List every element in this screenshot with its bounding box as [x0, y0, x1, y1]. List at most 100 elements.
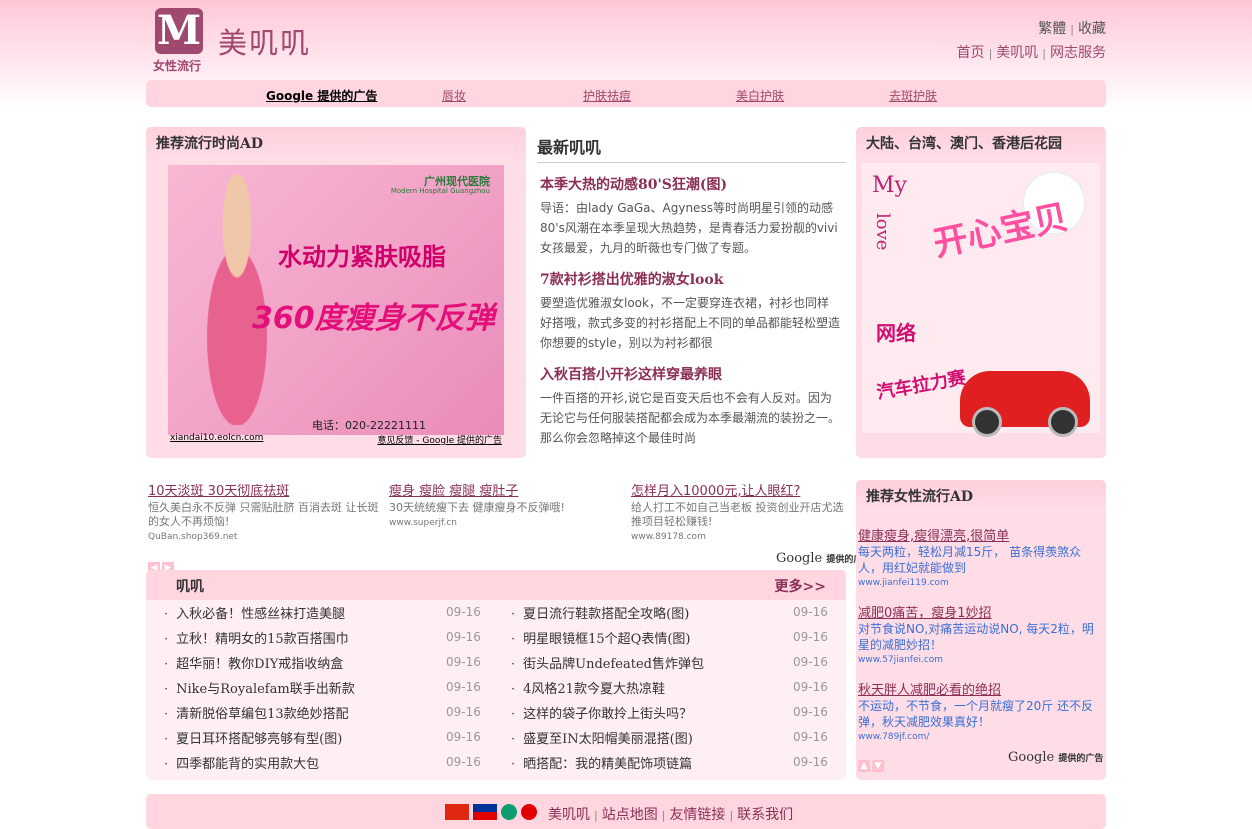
hospital-ad-banner[interactable]: 广州现代医院 Modern Hospital Guangzhou 水动力紧肤吸脂… [168, 165, 504, 435]
list-item[interactable]: · 盛夏至IN太阳帽美丽混搭(图) [511, 728, 693, 747]
text-ad-title[interactable]: 瘦身 瘦脸 瘦腿 瘦肚子 [389, 480, 629, 499]
more-link[interactable]: 更多>> [775, 576, 826, 596]
list-item[interactable]: · 晒搭配：我的精美配饰项链篇 [511, 753, 692, 772]
list-date: 09-16 [446, 655, 481, 669]
ad-link-spots[interactable]: 去斑护肤 [889, 87, 937, 104]
footer-link-home[interactable]: 美叽叽 [548, 807, 590, 823]
region-flags [445, 801, 541, 820]
rec-ad-title[interactable]: 秋天胖人减肥必看的绝招 [858, 679, 1103, 698]
footer-link-friends[interactable]: 友情链接 [669, 807, 725, 823]
news-headline[interactable]: 本季大热的动感80'S狂潮(图) [540, 174, 840, 194]
ad-feedback-link[interactable]: 意见反馈 - Google 提供的广告 [377, 433, 502, 446]
list-title: 叽叽 [176, 579, 204, 595]
banner-network: 网络 [876, 321, 916, 345]
list-date: 09-16 [446, 630, 481, 644]
rec-ad-url[interactable]: www.57jianfei.com [858, 655, 1103, 665]
banner-rally: 汽车拉力赛 [875, 367, 968, 404]
divider [537, 162, 846, 163]
text-ad-title[interactable]: 怎样月入10000元,让人眼红? [631, 480, 846, 499]
news-summary: 导语：由lady GaGa、Agyness等时尚明星引领的动感80's风潮在本季… [540, 201, 838, 255]
ad-link-bar: Google 提供的广告 唇妆 护肤祛痘 美白护肤 去斑护肤 [146, 80, 1106, 107]
taiwan-flag-icon[interactable] [473, 803, 497, 820]
google-ads-label[interactable]: Google 提供的广告 [266, 87, 377, 104]
list-date: 09-16 [446, 680, 481, 694]
list-date: 09-16 [793, 730, 828, 744]
list-date: 09-16 [793, 755, 828, 769]
down-arrow-icon[interactable]: ▼ [872, 760, 884, 772]
happy-baby-banner[interactable]: My love 开心宝贝 网络 汽车拉力赛 [862, 163, 1100, 437]
text-ad: 瘦身 瘦脸 瘦腿 瘦肚子 30天统统瘦下去 健康瘦身不反弹哦! www.supe… [389, 480, 629, 528]
rec-ad-desc: 对节食说NO,对痛苦运动说NO, 每天2粒，明星的减肥妙招！ [858, 622, 1094, 652]
list-item[interactable]: · 夏日流行鞋款搭配全攻略(图) [511, 603, 689, 622]
box-title: 推荐流行时尚AD [146, 127, 526, 159]
logo-name[interactable]: 美叽叽 [218, 20, 311, 62]
google-wordmark: Google [1008, 750, 1055, 765]
ad-hospital-en: Modern Hospital Guangzhou [390, 187, 490, 195]
footer-link-sitemap[interactable]: 站点地图 [602, 807, 658, 823]
text-ad-url[interactable]: www.89178.com [631, 532, 846, 542]
list-header: 叽叽 更多>> [146, 570, 846, 600]
list-item[interactable]: · 明星眼镜框15个超Q表情(图) [511, 628, 690, 647]
list-item[interactable]: · 立秋！精明女的15款百搭围巾 [164, 628, 349, 647]
logo-icon[interactable]: M [155, 8, 203, 54]
china-flag-icon[interactable] [445, 803, 469, 820]
hongkong-flag-icon[interactable] [521, 803, 537, 820]
bookmark-link[interactable]: 收藏 [1078, 21, 1106, 37]
nav-blog-service[interactable]: 网志服务 [1050, 45, 1106, 61]
list-date: 09-16 [793, 705, 828, 719]
rec-ad-url[interactable]: www.789jf.com/ [858, 732, 1103, 742]
main-nav: 首页 | 美叽叽 | 网志服务 [956, 45, 1106, 61]
rec-ad-desc: 不运动，不节食，一个月就瘦了20斤 还不反弹，秋天减肥效果真好！ [858, 699, 1094, 729]
banner-my: My [872, 173, 907, 198]
list-date: 09-16 [793, 630, 828, 644]
text-ad-desc: 30天统统瘦下去 健康瘦身不反弹哦! [389, 501, 565, 514]
jiji-list-box: 叽叽 更多>> [146, 570, 846, 780]
list-item[interactable]: · Nike与Royalefam联手出新款 [164, 678, 355, 697]
news-summary: 一件百搭的开衫,说它是百变天后也不会有人反对。因为无论它与任何服装搭配都会成为本… [540, 391, 840, 445]
list-item[interactable]: · 街头品牌Undefeated售炸弹包 [511, 653, 704, 672]
rec-nav-arrows: ▲ ▼ [858, 753, 886, 772]
ad-link-acne[interactable]: 护肤祛痘 [583, 87, 631, 104]
list-item[interactable]: · 4风格21款今夏大热凉鞋 [511, 678, 665, 697]
google-ads-mark[interactable]: Google 提供的广告 [1008, 750, 1103, 765]
car-icon [960, 371, 1090, 437]
google-wordmark: Google [776, 551, 823, 566]
rec-ad-title[interactable]: 减肥0痛苦，瘦身1妙招 [858, 602, 1103, 621]
up-arrow-icon[interactable]: ▲ [858, 760, 870, 772]
list-item[interactable]: · 四季都能背的实用款大包 [164, 753, 319, 772]
logo-subtitle: 女性流行 [153, 59, 202, 73]
ad-line2: 360度瘦身不反弹 [252, 301, 495, 336]
list-item[interactable]: · 清新脱俗草编包13款绝妙搭配 [164, 703, 349, 722]
text-ad: 10天淡斑 30天彻底祛斑 恒久美白永不反弹 只需贴肚脐 百消去斑 让长斑的女人… [148, 480, 388, 542]
top-links: 繁體 | 收藏 [1038, 21, 1106, 37]
box-title: 推荐女性流行AD [856, 480, 1106, 512]
ad-link-lip[interactable]: 唇妆 [442, 87, 466, 104]
text-ad-url[interactable]: www.superjf.cn [389, 518, 629, 528]
news-headline[interactable]: 7款衬衫搭出优雅的淑女look [540, 269, 840, 289]
text-ad-title[interactable]: 10天淡斑 30天彻底祛斑 [148, 480, 388, 499]
list-item[interactable]: · 夏日耳环搭配够亮够有型(图) [164, 728, 342, 747]
macau-flag-icon[interactable] [501, 803, 517, 820]
text-ad-url[interactable]: QuBan.shop369.net [148, 532, 388, 542]
traditional-chinese-link[interactable]: 繁體 [1038, 21, 1066, 37]
list-item[interactable]: · 入秋必备！性感丝袜打造美腿 [164, 603, 345, 622]
rec-ad-desc: 每天两粒，轻松月减15斤， 苗条得羡煞众人，用红妃就能做到 [858, 545, 1082, 575]
list-item[interactable]: · 超华丽！教你DIY戒指收纳盒 [164, 653, 343, 672]
rec-ad: 秋天胖人减肥必看的绝招 不运动，不节食，一个月就瘦了20斤 还不反弹，秋天减肥效… [858, 679, 1103, 742]
nav-home[interactable]: 首页 [957, 45, 985, 61]
news-headline[interactable]: 入秋百搭小开衫这样穿最养眼 [540, 364, 840, 384]
ad-url-link[interactable]: xiandai10.eolcn.com [170, 433, 263, 443]
ad-link-whitening[interactable]: 美白护肤 [736, 87, 784, 104]
text-ad-desc: 给人打工不如自己当老板 投资创业开店尤选推项目轻松赚钱! [631, 501, 844, 528]
rec-ad-title[interactable]: 健康瘦身,瘦得漂亮,很简单 [858, 525, 1103, 544]
list-date: 09-16 [793, 655, 828, 669]
list-item[interactable]: · 这样的袋子你敢拎上街头吗？ [511, 703, 692, 722]
nav-meijiji[interactable]: 美叽叽 [996, 45, 1038, 61]
footer: 美叽叽 | 站点地图 | 友情链接 | 联系我们 [146, 794, 1106, 829]
recommend-fashion-box: 推荐流行时尚AD 广州现代医院 Modern Hospital Guangzho… [146, 127, 526, 458]
footer-links: 美叽叽 | 站点地图 | 友情链接 | 联系我们 [548, 807, 794, 823]
news-summary: 要塑造优雅淑女look，不一定要穿连衣裙，衬衫也同样好搭哦，款式多变的衬衫搭配上… [540, 296, 840, 350]
footer-link-contact[interactable]: 联系我们 [737, 807, 793, 823]
rec-ad-url[interactable]: www.jianfei119.com [858, 578, 1103, 588]
banner-happy-baby: 开心宝贝 [930, 197, 1072, 265]
